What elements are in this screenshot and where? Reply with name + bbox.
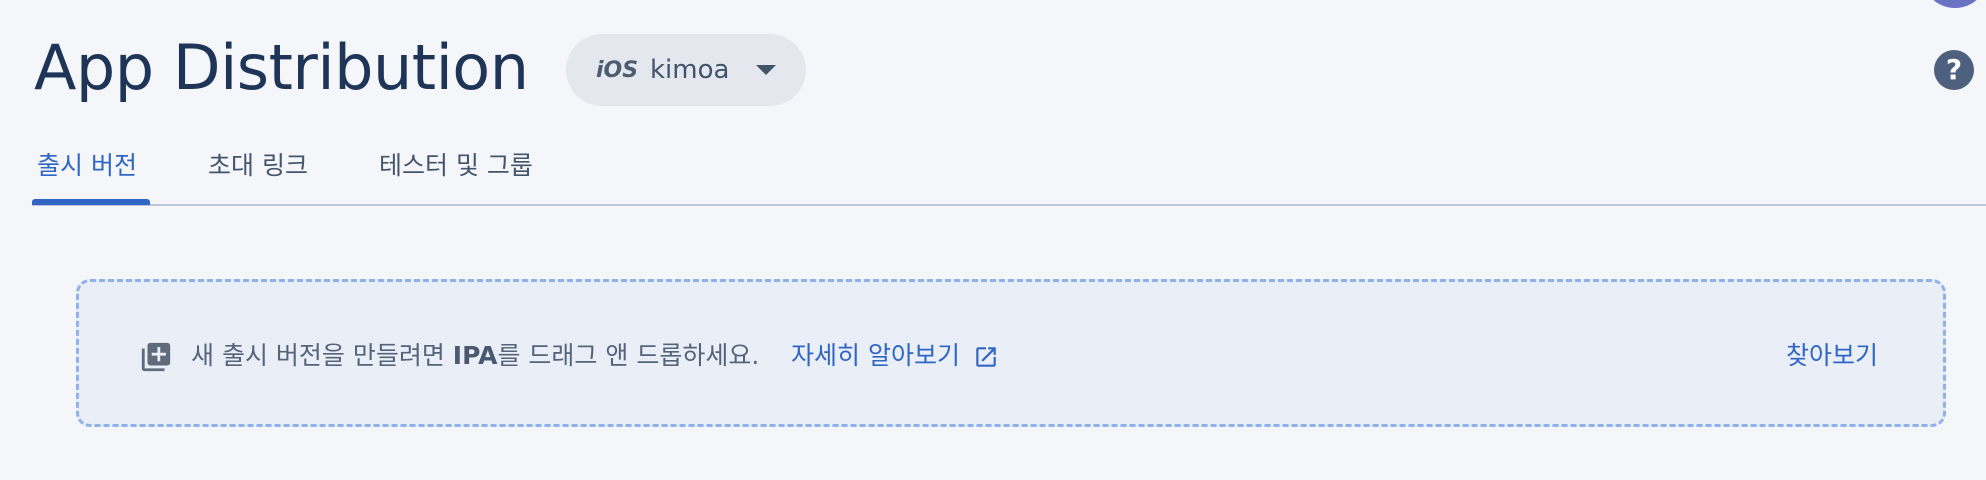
- tab-testers-and-groups[interactable]: 테스터 및 그룹: [379, 146, 533, 182]
- ipa-dropzone[interactable]: 새 출시 버전을 만들려면 IPA를 드래그 앤 드롭하세요. 자세히 알아보기…: [76, 279, 1946, 427]
- page-title: App Distribution: [34, 31, 529, 104]
- dropzone-text-ipa: IPA: [452, 341, 498, 370]
- app-distribution-page: App Distribution iOS kimoa ? 출시 버전 초대 링크…: [0, 0, 1986, 480]
- open-in-new-icon[interactable]: [973, 344, 999, 370]
- dropzone-instructions: 새 출시 버전을 만들려면 IPA를 드래그 앤 드롭하세요.: [191, 338, 759, 374]
- dropzone-text-after: 를 드래그 앤 드롭하세요.: [497, 341, 760, 370]
- add-to-queue-icon: [141, 342, 171, 372]
- tab-releases[interactable]: 출시 버전: [37, 146, 137, 182]
- account-avatar[interactable]: [1922, 0, 1986, 8]
- tab-invite-links[interactable]: 초대 링크: [208, 146, 308, 182]
- app-name: kimoa: [650, 55, 730, 85]
- dropzone-text-before: 새 출시 버전을 만들려면: [191, 341, 453, 370]
- arrow-drop-down-icon: [756, 65, 776, 75]
- active-tab-indicator: [32, 199, 150, 205]
- tab-bar: 출시 버전 초대 링크 테스터 및 그룹: [0, 136, 1986, 206]
- browse-button[interactable]: 찾아보기: [1786, 338, 1878, 374]
- learn-more-link[interactable]: 자세히 알아보기: [791, 338, 960, 374]
- help-icon[interactable]: ?: [1934, 50, 1974, 90]
- app-selector-chip[interactable]: iOS kimoa: [566, 34, 806, 106]
- tabs-divider: [32, 204, 1986, 206]
- ios-platform-icon: iOS: [596, 57, 639, 83]
